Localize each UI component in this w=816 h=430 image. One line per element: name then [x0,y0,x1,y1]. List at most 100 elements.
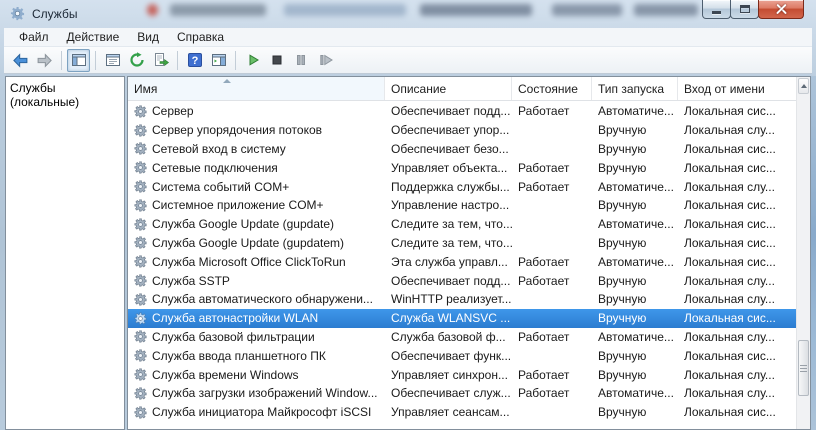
vertical-scrollbar[interactable] [796,77,810,429]
service-gear-icon [134,274,147,287]
back-icon [13,52,28,68]
service-gear-icon [134,199,147,212]
service-status: Работает [518,386,570,401]
table-row[interactable]: Сетевые подключения Управляет объекта...… [128,158,796,177]
service-logon-as: Локальная слу... [684,179,775,194]
scrollbar-thumb[interactable] [798,340,809,396]
service-logon-as: Локальная слу... [684,386,775,401]
table-row[interactable]: Служба SSTP Обеспечивает подд... Работае… [128,271,796,290]
export-list-button[interactable] [149,49,172,72]
service-logon-as: Локальная сис... [684,160,776,175]
service-name: Служба Microsoft Office ClickToRun [152,254,346,269]
properties-button[interactable] [101,49,124,72]
stop-service-button[interactable] [265,49,288,72]
back-button[interactable] [9,49,32,72]
table-row[interactable]: Система событий COM+ Поддержка службы...… [128,177,796,196]
menu-action[interactable]: Действие [58,29,129,45]
stop-service-icon [272,55,281,65]
service-name: Сервер упорядочения потоков [152,123,323,138]
service-startup-type: Вручную [598,273,647,288]
column-header-description[interactable]: Описание [385,77,512,100]
service-logon-as: Локальная сис... [684,235,776,250]
table-row[interactable]: Сервер Обеспечивает подд... Работает Авт… [128,102,796,121]
pause-service-icon [296,55,305,65]
menu-help[interactable]: Справка [168,29,233,45]
sort-ascending-icon [223,79,231,83]
restart-service-button[interactable] [313,49,336,72]
table-row[interactable]: Сервер упорядочения потоков Обеспечивает… [128,121,796,140]
service-name-cell: Служба SSTP [128,274,385,288]
service-name: Служба автонастройки WLAN [152,311,319,326]
show-action-pane-button[interactable] [207,49,230,72]
start-service-button[interactable] [241,49,264,72]
table-row[interactable]: Служба Google Update (gupdate) Следите з… [128,215,796,234]
column-header-name[interactable]: Имя [128,77,385,100]
close-button[interactable] [758,0,804,19]
table-row[interactable]: Служба загрузки изображений Window... Об… [128,384,796,403]
service-status: Работает [518,367,570,382]
service-gear-icon [134,349,147,362]
table-row[interactable]: Сетевой вход в систему Обеспечивает безо… [128,140,796,159]
table-row[interactable]: Служба Google Update (gupdatem) Следите … [128,234,796,253]
window-controls [702,0,804,19]
column-header-label: Имя [134,82,158,96]
maximize-icon [739,5,750,13]
help-button[interactable]: ? [183,49,206,72]
pause-service-button[interactable] [289,49,312,72]
window-right-border [811,76,816,430]
service-description: Управление настро... [391,198,510,213]
restart-service-icon [319,54,333,66]
service-status: Работает [518,160,570,175]
export-list-icon [154,53,169,67]
services-app-icon [10,6,25,24]
scroll-up-button[interactable] [798,78,809,94]
glass-reflection [552,4,622,16]
service-startup-type: Вручную [598,141,647,156]
service-name-cell: Служба базовой фильтрации [128,330,385,344]
start-service-icon [249,54,259,66]
services-list-pane: Имя Описание Состояние Тип запуска Вход … [127,76,811,430]
table-row[interactable]: Служба базовой фильтрации Служба базовой… [128,328,796,347]
service-name: Служба автоматического обнаружени... [152,292,373,307]
minimize-button[interactable] [702,0,731,19]
column-header-status[interactable]: Состояние [512,77,592,100]
console-tree-pane: Службы (локальные) [5,76,125,430]
table-row[interactable]: Служба времени Windows Управляет синхрон… [128,365,796,384]
menu-file[interactable]: Файл [10,29,58,45]
column-header-startup-type[interactable]: Тип запуска [592,77,678,100]
service-status: Работает [518,273,570,288]
maximize-button[interactable] [730,0,759,19]
service-description: Управляет объекта... [391,160,508,175]
service-name-cell: Сервер [128,104,385,118]
service-logon-as: Локальная слу... [684,329,775,344]
show-console-tree-button[interactable] [67,48,90,72]
service-status: Работает [518,329,570,344]
service-name: Сетевые подключения [152,160,278,175]
tree-item-services-local[interactable]: Службы (локальные) [10,81,124,109]
table-row[interactable]: Служба ввода планшетного ПК Обеспечивает… [128,346,796,365]
menu-view[interactable]: Вид [128,29,168,45]
scrollbar-grip-icon [800,364,807,372]
forward-button[interactable] [33,49,56,72]
action-pane-icon [211,54,226,66]
service-description: Служба базовой ф... [391,329,506,344]
table-row[interactable]: Служба Microsoft Office ClickToRun Эта с… [128,252,796,271]
service-logon-as: Локальная сис... [684,104,776,119]
service-name: Сервер [152,104,194,119]
column-header-logon-as[interactable]: Вход от имени [678,77,796,100]
service-name-cell: Служба автоматического обнаружени... [128,292,385,306]
toolbar-separator [61,50,62,70]
table-row[interactable]: Служба инициатора Майкрософт iSCSI Управ… [128,403,796,422]
toolbar-separator [177,50,178,70]
service-name-cell: Служба Microsoft Office ClickToRun [128,255,385,269]
minimize-icon [712,10,721,14]
table-row[interactable]: Служба автонастройки WLAN Служба WLANSVC… [128,308,796,328]
table-row[interactable]: Системное приложение COM+ Управление нас… [128,196,796,215]
table-row[interactable]: Служба автоматического обнаружени... Win… [128,290,796,309]
service-gear-icon [134,312,147,325]
service-name: Служба SSTP [152,273,230,288]
service-description: Управляет синхрон... [391,367,508,382]
refresh-button[interactable] [125,49,148,72]
service-logon-as: Локальная сис... [684,254,776,269]
window-title: Службы [32,7,78,21]
